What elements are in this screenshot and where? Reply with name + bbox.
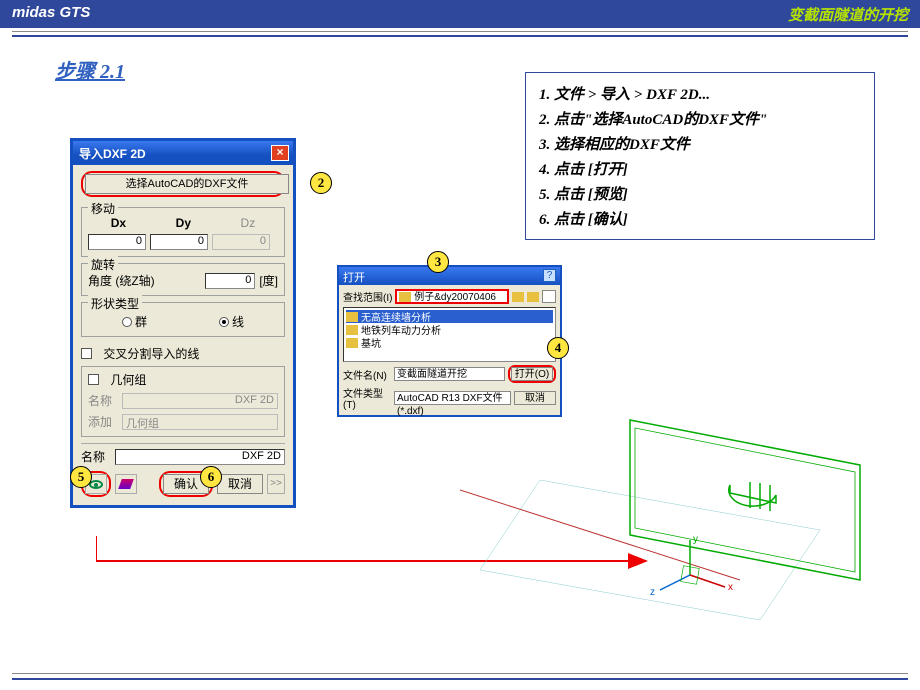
app-name: midas GTS: [12, 4, 90, 28]
file-list[interactable]: 无高连续墙分析 地铁列车动力分析 基坑: [343, 307, 556, 362]
select-dxf-button[interactable]: 选择AutoCAD的DXF文件: [85, 174, 289, 194]
dialog-titlebar: 导入DXF 2D ×: [73, 141, 293, 165]
name-label: 名称: [88, 392, 118, 409]
help-icon[interactable]: ?: [543, 269, 556, 282]
instr-3: 选择相应的DXF文件: [554, 133, 864, 154]
add-label: 添加: [88, 413, 118, 430]
callout-2: 2: [310, 172, 332, 194]
name2-input[interactable]: DXF 2D: [115, 449, 285, 465]
instr-5: 点击 [预览]: [554, 183, 864, 204]
import-dxf-dialog: 导入DXF 2D × 选择AutoCAD的DXF文件 移动 Dx Dy Dz 0…: [70, 138, 296, 508]
view-icon[interactable]: [542, 290, 556, 303]
name-input-disabled: DXF 2D: [122, 393, 278, 409]
instruction-box: 文件 > 导入 > DXF 2D... 点击"选择AutoCAD的DXF文件" …: [525, 72, 875, 240]
svg-text:z: z: [650, 587, 655, 598]
new-folder-icon[interactable]: [527, 292, 539, 302]
erase-icon[interactable]: [115, 474, 137, 494]
dialog-title: 导入DXF 2D: [79, 145, 146, 165]
cross-label: 交叉分割导入的线: [103, 345, 199, 362]
instr-4: 点击 [打开]: [554, 158, 864, 179]
shape-group-title: 形状类型: [88, 295, 142, 312]
hr-thick: [12, 35, 908, 37]
svg-text:x: x: [728, 582, 733, 593]
geom-check[interactable]: [88, 374, 99, 385]
close-icon[interactable]: ×: [271, 145, 289, 161]
callout-4: 4: [547, 337, 569, 359]
dy-input[interactable]: 0: [150, 234, 208, 250]
instr-1: 文件 > 导入 > DXF 2D...: [554, 83, 864, 104]
page-header: midas GTS 变截面隧道的开挖: [0, 0, 920, 28]
open-button[interactable]: 打开(O): [511, 367, 553, 381]
dx-label: Dx: [111, 216, 126, 230]
radio-line[interactable]: 线: [219, 313, 244, 330]
list-item[interactable]: 基坑: [346, 336, 553, 349]
shape-group: 形状类型 群 线: [81, 302, 285, 337]
step-num: 2.1: [100, 61, 125, 83]
dialog-toolbar: 确认 取消 >>: [81, 471, 285, 497]
folder-icon: [346, 325, 358, 335]
filename-input[interactable]: 变截面隧道开挖: [394, 367, 505, 381]
divider: [81, 443, 285, 444]
cancel-button[interactable]: 取消: [217, 474, 263, 494]
svg-text:y: y: [693, 534, 698, 545]
open-titlebar: 打开 ?: [339, 267, 560, 285]
move-group-title: 移动: [88, 200, 118, 217]
dialog-body: 选择AutoCAD的DXF文件 移动 Dx Dy Dz 0 0 0 旋转 角度 …: [73, 165, 293, 505]
filename-label: 文件名(N): [343, 367, 391, 382]
move-group: 移动 Dx Dy Dz 0 0 0: [81, 207, 285, 257]
callout-3: 3: [427, 251, 449, 273]
footer-thick: [12, 678, 908, 680]
hr-thin: [12, 31, 908, 32]
geom-label: 几何组: [110, 371, 146, 388]
cross-check[interactable]: [81, 348, 92, 359]
geom-group: 几何组 名称 DXF 2D 添加 几何组: [81, 366, 285, 437]
instr-6: 点击 [确认]: [554, 208, 864, 229]
dz-input: 0: [212, 234, 270, 250]
callout-5: 5: [70, 466, 92, 488]
name2-label: 名称: [81, 448, 111, 465]
radio-group[interactable]: 群: [122, 313, 147, 330]
rot-label: 角度 (绕Z轴): [88, 272, 155, 289]
rot-input[interactable]: 0: [205, 273, 255, 289]
folder-icon: [346, 338, 358, 348]
dx-input[interactable]: 0: [88, 234, 146, 250]
dz-label: Dz: [241, 216, 256, 230]
up-icon[interactable]: [512, 292, 524, 302]
rotate-group: 旋转 角度 (绕Z轴) 0 [度]: [81, 263, 285, 296]
step-heading: 步骤 2.1: [55, 55, 125, 84]
open-title: 打开: [343, 269, 365, 283]
folder-icon: [346, 312, 358, 322]
model-preview: y x z: [460, 390, 880, 620]
filetype-label: 文件类型(T): [343, 385, 391, 411]
instr-2: 点击"选择AutoCAD的DXF文件": [554, 108, 864, 129]
folder-icon: [399, 292, 411, 302]
callout-6: 6: [200, 466, 222, 488]
step-pre: 步骤: [55, 61, 100, 83]
footer-thin: [12, 673, 908, 674]
rot-unit: [度]: [259, 272, 278, 289]
lookin-label: 查找范围(I): [343, 289, 392, 304]
doc-title: 变截面隧道的开挖: [788, 4, 908, 28]
rotate-group-title: 旋转: [88, 256, 118, 273]
add-input-disabled: 几何组: [122, 414, 278, 430]
lookin-combo[interactable]: 例子&dy20070406: [395, 289, 509, 304]
more-button[interactable]: >>: [267, 474, 285, 494]
dy-label: Dy: [176, 216, 191, 230]
